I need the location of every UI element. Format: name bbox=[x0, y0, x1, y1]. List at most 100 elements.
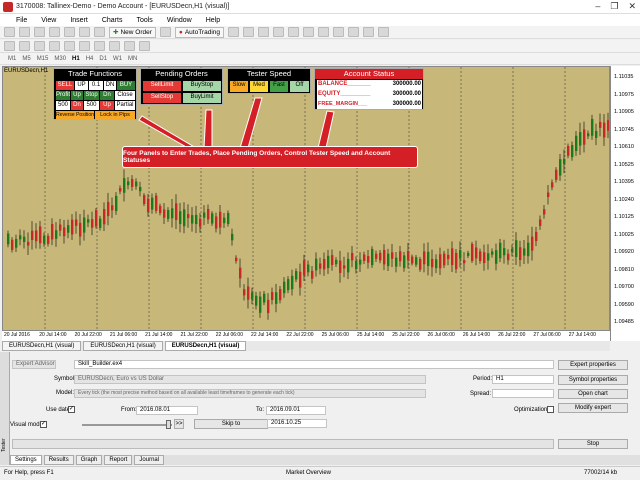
modify-expert-button[interactable]: Modify expert bbox=[558, 403, 628, 413]
speed-fast-button[interactable]: Fast bbox=[270, 81, 288, 92]
tp-up-button[interactable]: Up bbox=[71, 91, 83, 100]
menu-window[interactable]: Window bbox=[165, 17, 194, 24]
templates-icon[interactable] bbox=[378, 27, 389, 37]
fibonacci-icon[interactable] bbox=[94, 41, 105, 51]
symbol-select[interactable]: EURUSDecn, Euro vs US Dollar bbox=[74, 375, 426, 384]
toolbox-sidebar[interactable]: Tester bbox=[0, 352, 10, 465]
speed-off-button[interactable]: Off bbox=[290, 81, 309, 92]
periods-icon[interactable] bbox=[363, 27, 374, 37]
crosshair-icon[interactable] bbox=[19, 41, 30, 51]
candlestick-icon[interactable] bbox=[243, 27, 254, 37]
period-m30[interactable]: M30 bbox=[54, 56, 66, 62]
to-date-field[interactable]: 2016.09.01 bbox=[266, 406, 326, 415]
period-mn[interactable]: MN bbox=[128, 56, 137, 62]
sl-dn-button[interactable]: Dn bbox=[100, 91, 114, 100]
menu-tools[interactable]: Tools bbox=[134, 17, 154, 24]
tile-windows-icon[interactable] bbox=[303, 27, 314, 37]
lot-up-button[interactable]: UP bbox=[75, 81, 88, 90]
chart-tab-1[interactable]: EURUSDecn,H1 (visual) bbox=[2, 341, 82, 351]
pause-button[interactable]: >> bbox=[174, 419, 184, 429]
spread-select[interactable] bbox=[492, 389, 554, 398]
period-m1[interactable]: M1 bbox=[8, 56, 16, 62]
price-axis[interactable]: 1.11035 1.10975 1.10905 1.10745 1.10610 1.105… bbox=[610, 66, 640, 341]
menu-charts[interactable]: Charts bbox=[100, 17, 125, 24]
label-icon[interactable] bbox=[124, 41, 135, 51]
bar-chart-icon[interactable] bbox=[228, 27, 239, 37]
period-m15[interactable]: M15 bbox=[37, 56, 49, 62]
skip-to-button[interactable]: Skip to bbox=[194, 419, 268, 429]
horizontal-line-icon[interactable] bbox=[49, 41, 60, 51]
speed-slider-thumb[interactable] bbox=[166, 420, 171, 429]
buy-stop-button[interactable]: BuyStop bbox=[183, 81, 221, 91]
sell-limit-button[interactable]: SellLimit bbox=[143, 81, 181, 91]
tab-settings[interactable]: Settings bbox=[10, 455, 42, 465]
chart-tab-2[interactable]: EURUSDecn,H1 (visual) bbox=[83, 341, 163, 351]
speed-slow-button[interactable]: Slow bbox=[230, 81, 248, 92]
optimization-checkbox[interactable] bbox=[547, 406, 554, 413]
period-m5[interactable]: M5 bbox=[22, 56, 30, 62]
sl-up-button[interactable]: Up bbox=[100, 101, 114, 110]
zoom-in-icon[interactable] bbox=[273, 27, 284, 37]
text-icon[interactable] bbox=[109, 41, 120, 51]
cursor-icon[interactable] bbox=[4, 41, 15, 51]
skip-date-field[interactable]: 2016.10.25 bbox=[267, 419, 327, 428]
period-w1[interactable]: W1 bbox=[113, 56, 122, 62]
profiles-icon[interactable] bbox=[19, 27, 30, 37]
expert-properties-button[interactable]: Expert properties bbox=[558, 360, 628, 370]
metaeditor-icon[interactable] bbox=[159, 27, 171, 37]
lock-in-pips-button[interactable]: Lock in Pips bbox=[95, 111, 135, 120]
new-order-button[interactable]: ✚ New Order bbox=[109, 26, 156, 38]
period-h1[interactable]: H1 bbox=[72, 56, 80, 62]
chart-tab-3[interactable]: EURUSDecn,H1 (visual) bbox=[164, 341, 247, 351]
time-axis[interactable]: 20 Jul 2016 20 Jul 14:00 20 Jul 22:00 21 Ju… bbox=[2, 330, 610, 341]
menu-view[interactable]: View bbox=[39, 17, 58, 24]
sell-button[interactable]: SELL bbox=[56, 81, 74, 90]
chart-shift-icon[interactable] bbox=[333, 27, 344, 37]
sell-stop-button[interactable]: SellStop bbox=[143, 93, 181, 103]
tp-dn-button[interactable]: Dn bbox=[71, 101, 83, 110]
speed-med-button[interactable]: Med bbox=[250, 81, 268, 92]
channel-icon[interactable] bbox=[79, 41, 90, 51]
tab-journal[interactable]: Journal bbox=[134, 455, 165, 465]
buy-limit-button[interactable]: BuyLimit bbox=[183, 93, 221, 103]
expert-select[interactable]: Skill_Builder.ex4 bbox=[74, 360, 554, 369]
period-d1[interactable]: D1 bbox=[99, 56, 107, 62]
minimize-button[interactable]: – bbox=[595, 1, 600, 12]
buy-button[interactable]: BUY bbox=[117, 81, 135, 90]
speed-slider-track[interactable] bbox=[82, 424, 172, 426]
period-select[interactable]: H1 bbox=[492, 375, 554, 384]
navigator-icon[interactable] bbox=[64, 27, 75, 37]
reverse-position-button[interactable]: Reverse Position bbox=[56, 111, 94, 120]
tab-graph[interactable]: Graph bbox=[75, 455, 103, 465]
visual-mode-checkbox[interactable]: ✓ bbox=[40, 421, 47, 428]
market-watch-icon[interactable] bbox=[34, 27, 45, 37]
stop-button[interactable]: Stop bbox=[558, 439, 628, 449]
new-chart-icon[interactable] bbox=[4, 27, 15, 37]
maximize-button[interactable]: ❐ bbox=[610, 1, 618, 12]
menu-file[interactable]: File bbox=[14, 17, 29, 24]
close-position-button[interactable]: Close bbox=[115, 91, 135, 100]
tab-report[interactable]: Report bbox=[104, 455, 133, 465]
trendline-icon[interactable] bbox=[64, 41, 75, 51]
stop-loss-field[interactable]: 500 bbox=[84, 101, 99, 110]
symbol-properties-button[interactable]: Symbol properties bbox=[558, 375, 628, 385]
close-button[interactable]: ✕ bbox=[628, 1, 636, 12]
zoom-out-icon[interactable] bbox=[288, 27, 299, 37]
lot-dn-button[interactable]: DN bbox=[104, 81, 116, 90]
menu-help[interactable]: Help bbox=[204, 17, 222, 24]
from-date-field[interactable]: 2016.08.01 bbox=[136, 406, 198, 415]
period-h4[interactable]: H4 bbox=[86, 56, 94, 62]
menu-insert[interactable]: Insert bbox=[68, 17, 90, 24]
open-chart-button[interactable]: Open chart bbox=[558, 389, 628, 399]
tab-results[interactable]: Results bbox=[43, 455, 74, 465]
terminal-icon[interactable] bbox=[79, 27, 90, 37]
data-window-icon[interactable] bbox=[49, 27, 60, 37]
lot-size-field[interactable]: 0.1 bbox=[89, 81, 103, 90]
line-chart-icon[interactable] bbox=[258, 27, 269, 37]
auto-trading-button[interactable]: ● AutoTrading bbox=[174, 26, 224, 38]
indicators-icon[interactable] bbox=[348, 27, 359, 37]
arrows-icon[interactable] bbox=[139, 41, 150, 51]
model-select[interactable]: Every tick (the most precise method base… bbox=[74, 389, 426, 398]
use-date-checkbox[interactable]: ✓ bbox=[68, 406, 75, 413]
take-profit-field[interactable]: 500 bbox=[56, 101, 70, 110]
